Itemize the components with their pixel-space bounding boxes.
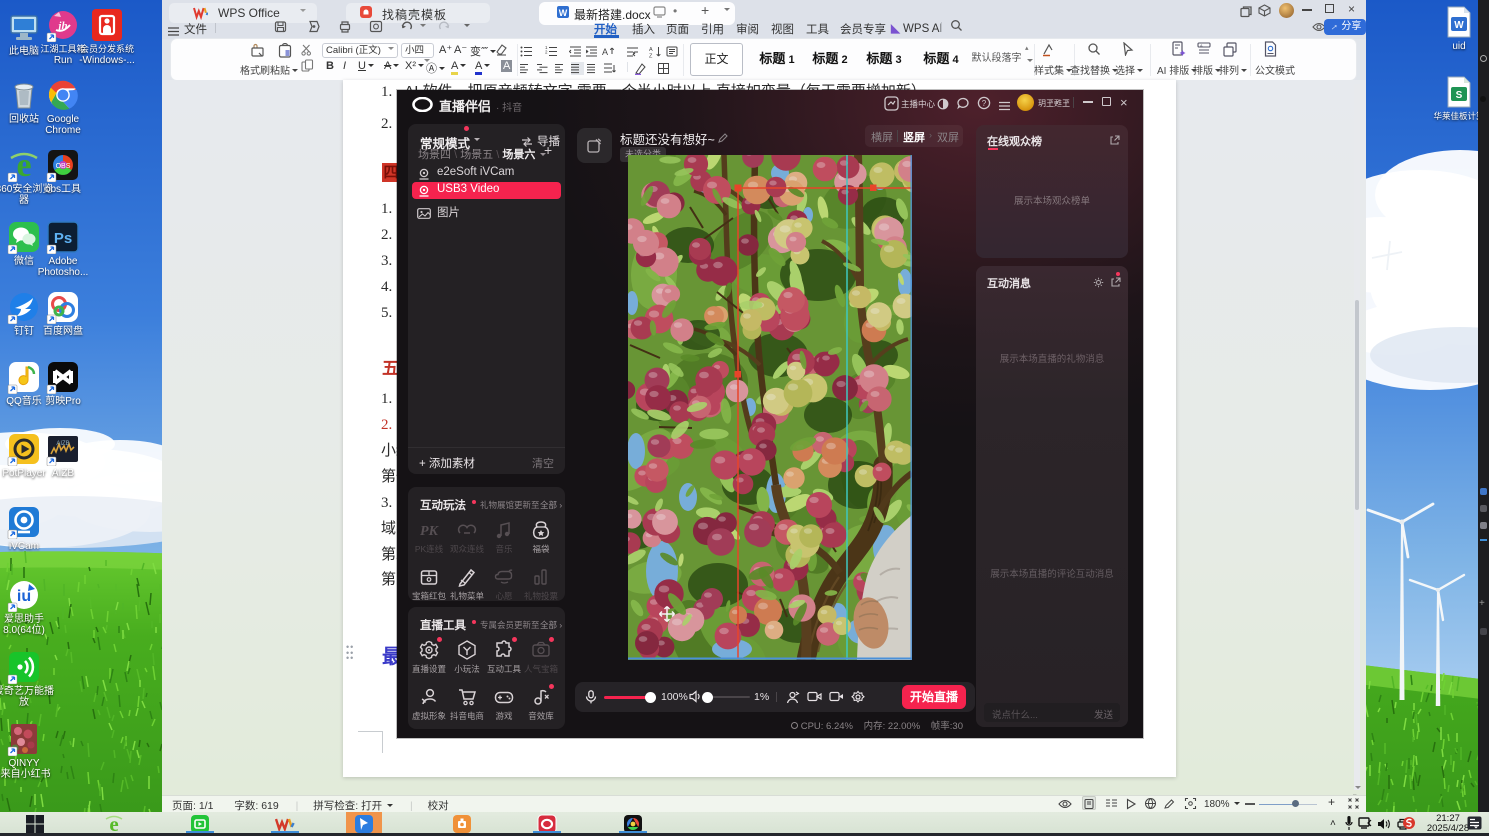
svg-text:AIZB: AIZB — [56, 441, 69, 447]
svg-text:W: W — [559, 8, 568, 18]
svg-text:Ps: Ps — [54, 230, 72, 247]
svg-text:W: W — [1454, 20, 1464, 31]
svg-text:A: A — [602, 47, 608, 57]
svg-text:A: A — [1200, 43, 1203, 48]
svg-text:jh: jh — [56, 20, 67, 32]
svg-text:?: ? — [982, 99, 987, 108]
svg-text:2: 2 — [545, 50, 548, 55]
svg-text:PK: PK — [420, 524, 440, 539]
svg-text:A: A — [649, 47, 653, 53]
svg-text:Z: Z — [649, 54, 653, 59]
svg-text:S: S — [1456, 90, 1463, 101]
svg-text:OBS: OBS — [56, 163, 71, 170]
